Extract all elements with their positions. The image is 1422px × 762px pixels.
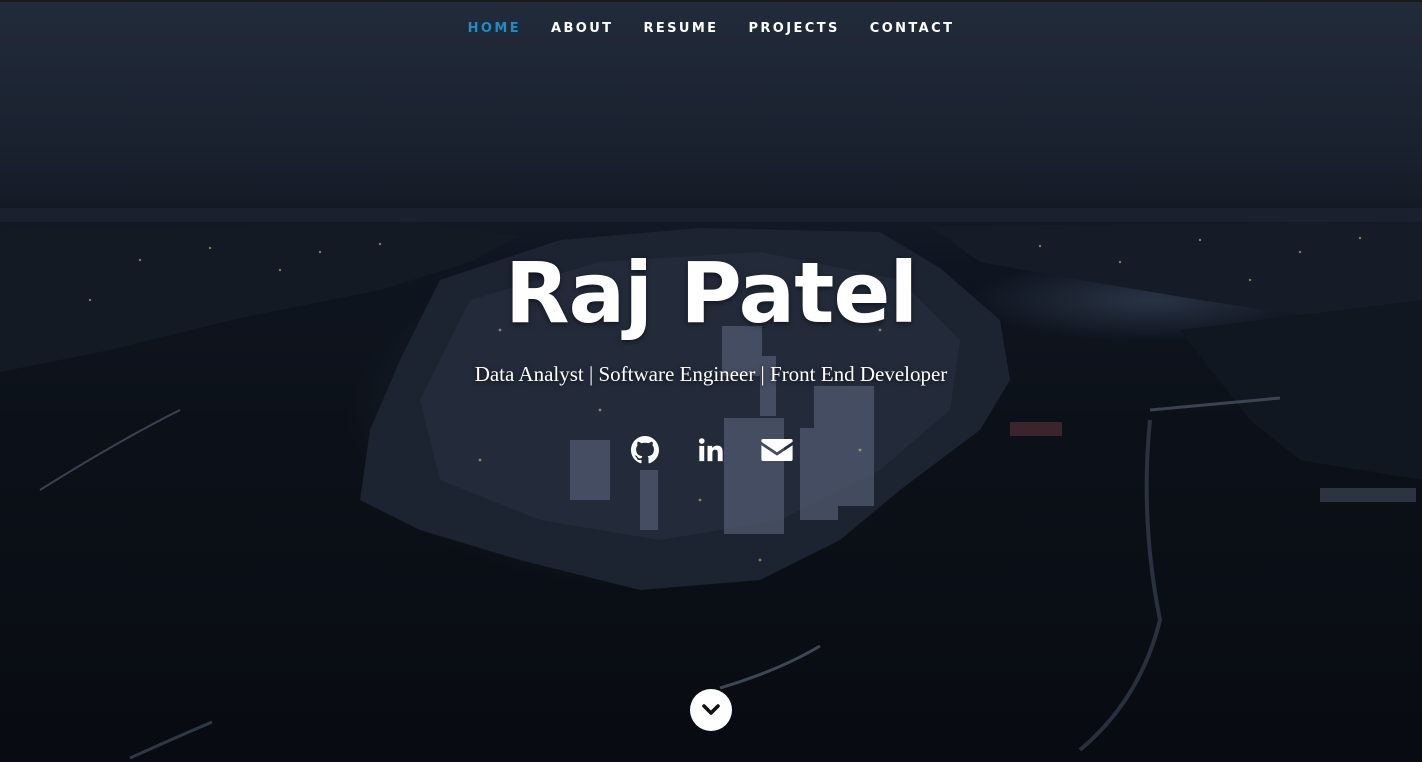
scroll-down-button[interactable] [690,689,732,731]
social-links [0,432,1422,468]
linkedin-link[interactable] [695,432,727,468]
email-link[interactable] [761,432,793,468]
nav-resume-link[interactable]: RESUME [628,21,733,36]
chevron-down-icon [702,704,720,715]
nav-about-link[interactable]: ABOUT [536,21,628,36]
main-navigation: HOME ABOUT RESUME PROJECTS CONTACT [0,0,1422,56]
envelope-icon [761,439,793,461]
github-icon [631,436,659,464]
hero-name-heading: Raj Patel [504,244,918,342]
linkedin-icon [698,438,723,462]
github-link[interactable] [629,432,661,468]
nav-contact-link[interactable]: CONTACT [855,21,970,36]
hero-section: HOME ABOUT RESUME PROJECTS CONTACT Raj P… [0,0,1422,762]
nav-projects-link[interactable]: PROJECTS [733,21,854,36]
nav-home-link[interactable]: HOME [453,21,536,36]
hero-tagline: Data Analyst | Software Engineer | Front… [474,362,948,386]
